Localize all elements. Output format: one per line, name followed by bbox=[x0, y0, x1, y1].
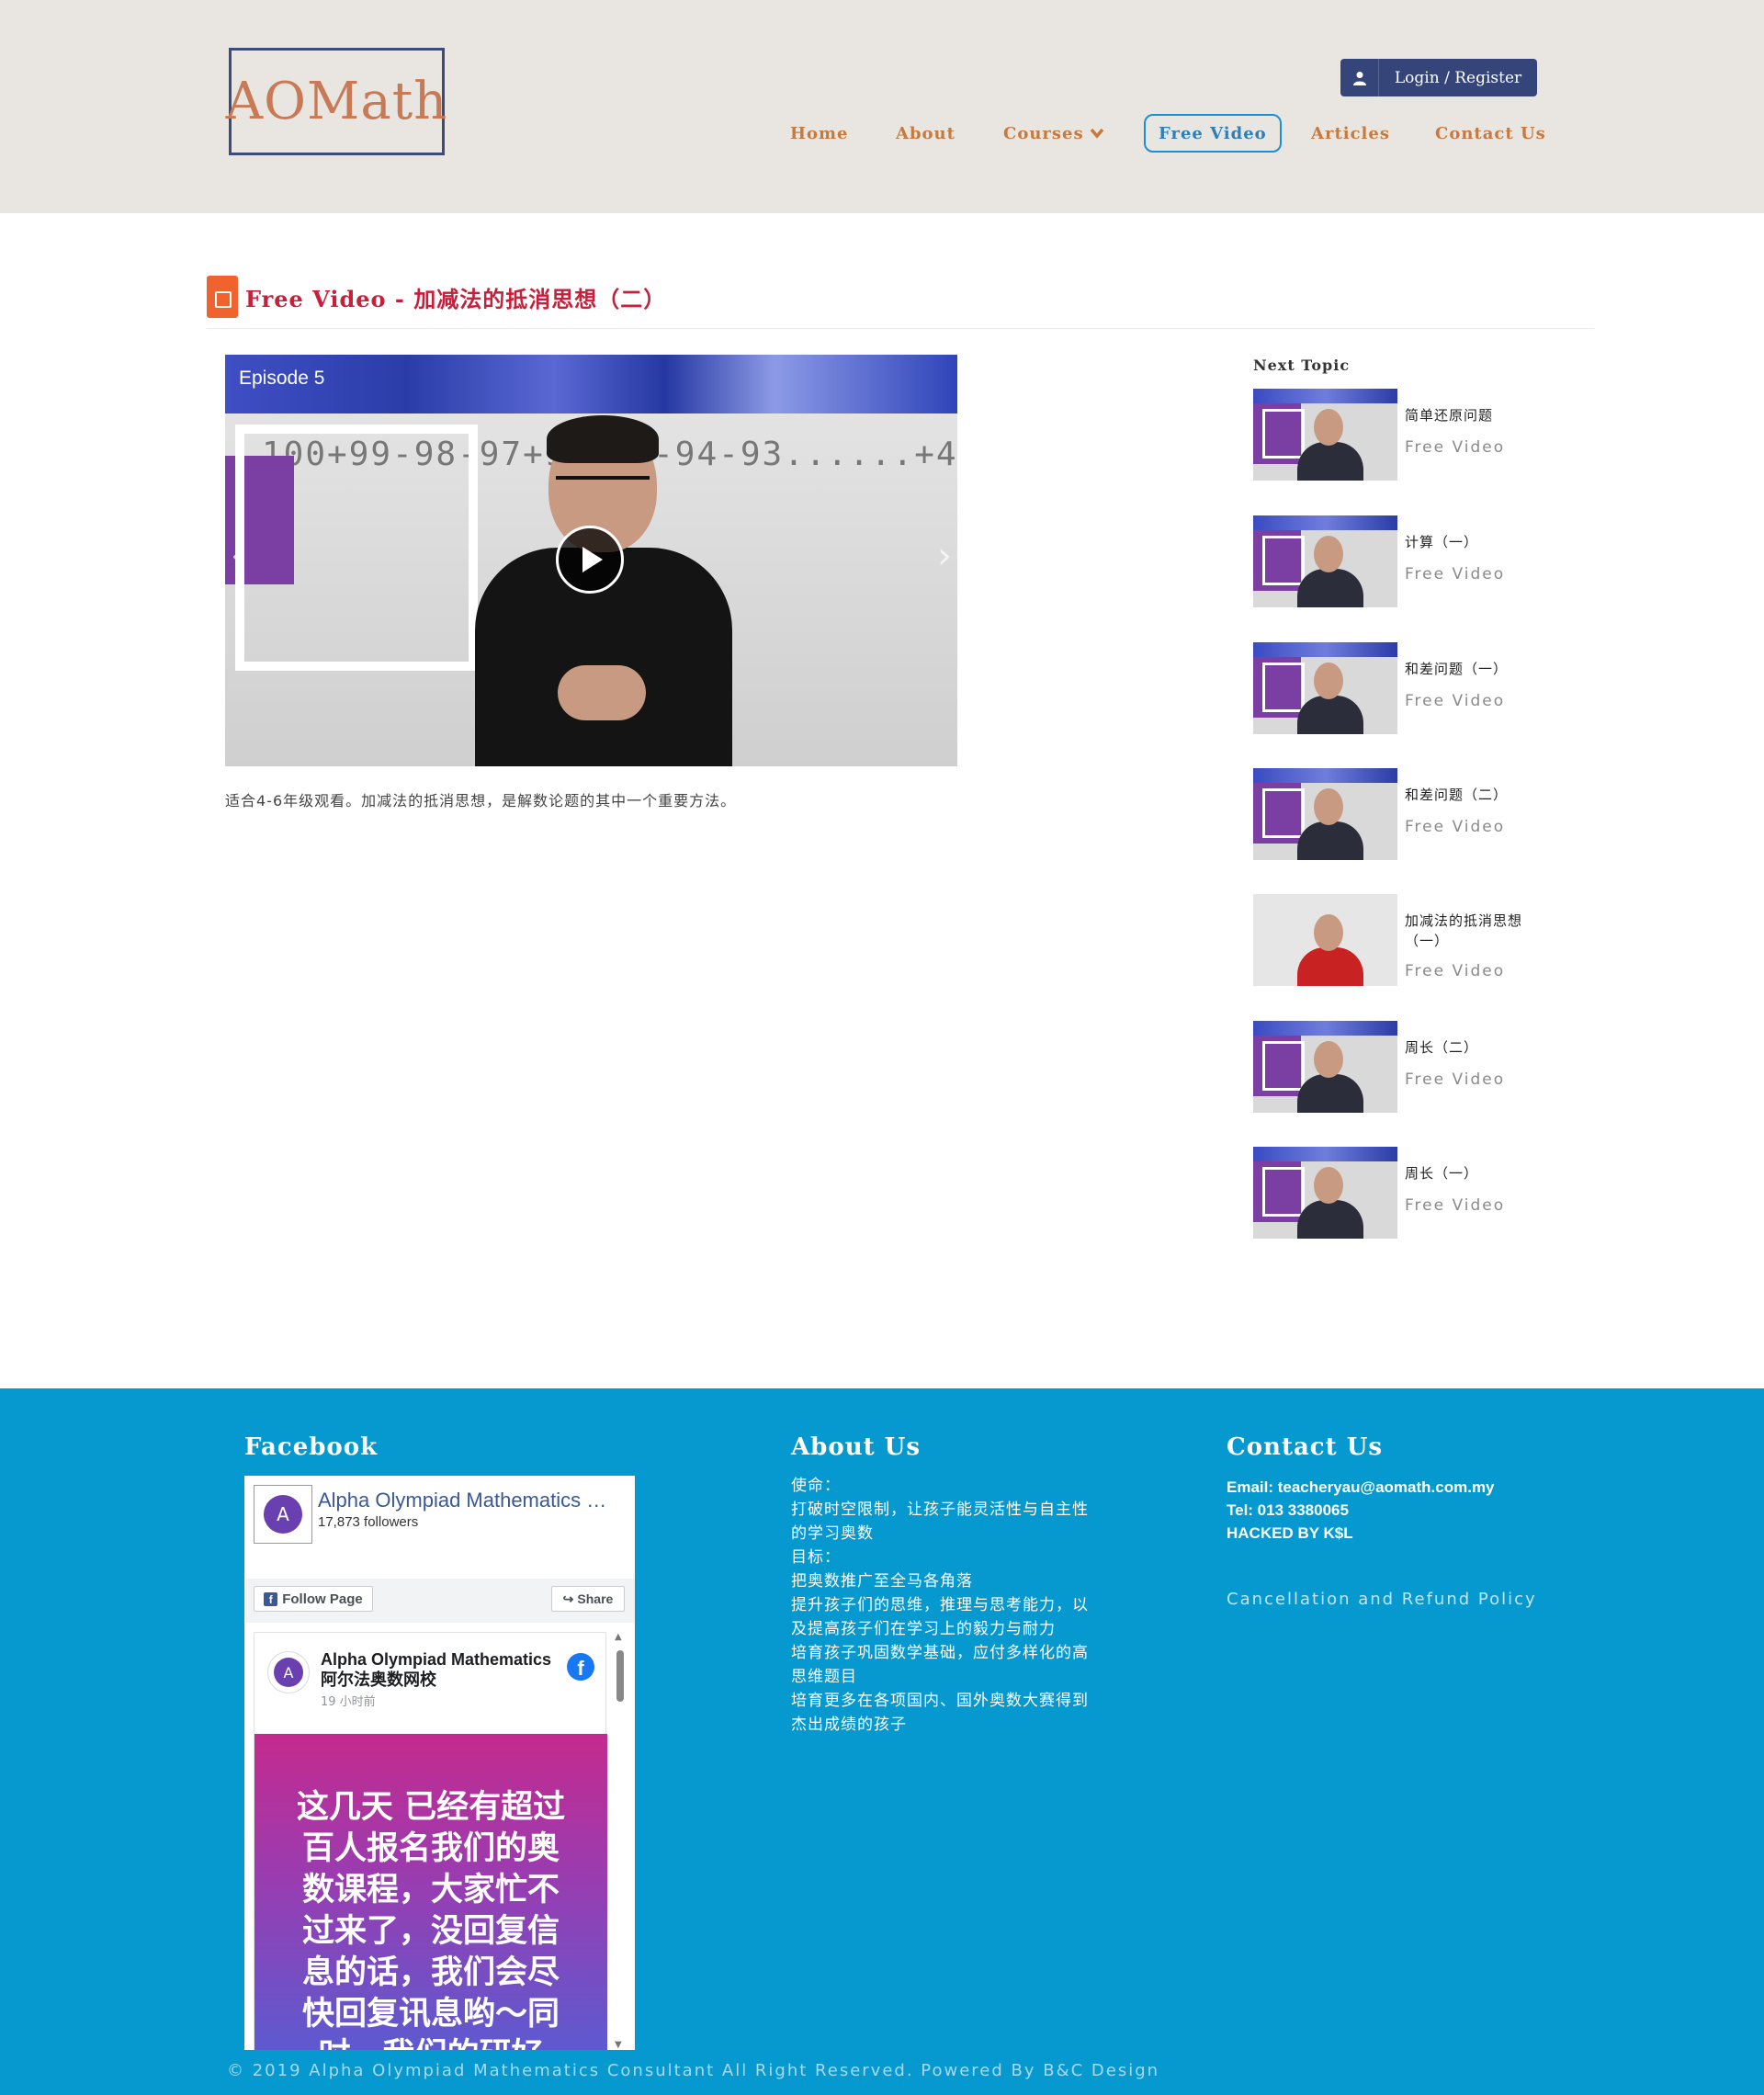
main-nav: Home About Courses Free Video Articles C… bbox=[0, 114, 1764, 153]
topic-title[interactable]: 和差问题（二） bbox=[1405, 785, 1524, 805]
facebook-widget[interactable]: A Alpha Olympiad Mathematics Consultant … bbox=[244, 1476, 635, 2050]
contact-tel: Tel: 013 3380065 bbox=[1227, 1501, 1349, 1519]
post-author[interactable]: Alpha Olympiad Mathematics 阿尔法奥数网校 bbox=[321, 1649, 551, 1690]
nav-articles[interactable]: Articles bbox=[1311, 114, 1390, 153]
topic-title[interactable]: 和差问题（一） bbox=[1405, 659, 1524, 679]
nav-free-video[interactable]: Free Video bbox=[1144, 114, 1282, 153]
follow-page-button[interactable]: f Follow Page bbox=[254, 1586, 373, 1612]
post-author-zh: 阿尔法奥数网校 bbox=[321, 1670, 436, 1689]
copyright: © 2019 Alpha Olympiad Mathematics Consul… bbox=[227, 2061, 1160, 2080]
topic-category: Free Video bbox=[1405, 818, 1506, 836]
topic-category: Free Video bbox=[1405, 962, 1506, 980]
post-image-text: 这几天 已经有超过百人报名我们的奥数课程，大家忙不过来了，没回复信息的话，我们会… bbox=[296, 1789, 566, 2050]
topic-category: Free Video bbox=[1405, 1196, 1506, 1215]
about-line: 目标： bbox=[791, 1548, 841, 1567]
facebook-icon: f bbox=[264, 1591, 278, 1606]
episode-label: Episode 5 bbox=[239, 368, 325, 389]
topic-category: Free Video bbox=[1405, 565, 1506, 583]
nav-courses-label: Courses bbox=[1003, 123, 1084, 143]
topic-thumbnail[interactable] bbox=[1253, 642, 1397, 734]
play-button-icon[interactable] bbox=[556, 526, 624, 594]
video-description: 适合4-6年级观看。加减法的抵消思想，是解数论题的其中一个重要方法。 bbox=[225, 792, 737, 810]
topic-category: Free Video bbox=[1405, 692, 1506, 710]
nav-courses[interactable]: Courses bbox=[1003, 114, 1104, 153]
topic-title[interactable]: 简单还原问题 bbox=[1405, 405, 1524, 425]
follow-page-label: Follow Page bbox=[282, 1591, 363, 1607]
page-title: Free Video - 加减法的抵消思想（二） bbox=[207, 274, 666, 320]
facebook-logo-icon[interactable]: f bbox=[567, 1653, 594, 1681]
nav-home[interactable]: Home bbox=[790, 114, 849, 153]
login-register-button[interactable]: Login / Register bbox=[1340, 59, 1537, 96]
user-icon bbox=[1340, 59, 1379, 96]
topic-item[interactable]: 和差问题（一） Free Video bbox=[1253, 642, 1529, 734]
topic-title[interactable]: 加减法的抵消思想（一） bbox=[1405, 911, 1524, 951]
about-us-text: 使命： 打破时空限制，让孩子能灵活性与自主性的学习奥数 目标： 把奥数推广至全马… bbox=[791, 1474, 1094, 1737]
topic-thumbnail[interactable] bbox=[1253, 515, 1397, 607]
chevron-left-icon[interactable]: ‹ bbox=[231, 535, 245, 577]
share-button[interactable]: ↪ Share bbox=[551, 1586, 625, 1612]
fb-page-name[interactable]: Alpha Olympiad Mathematics Consultant bbox=[318, 1489, 621, 1512]
site-header: AOMath Login / Register Home About Cours… bbox=[0, 0, 1764, 213]
scroll-down-icon[interactable]: ▼ bbox=[615, 2040, 622, 2050]
scrollbar[interactable]: ▲ ▼ bbox=[614, 1632, 627, 2050]
contact-email[interactable]: Email: teacheryau@aomath.com.my bbox=[1227, 1478, 1495, 1497]
topic-title[interactable]: 周长（一） bbox=[1405, 1163, 1524, 1183]
about-line: 使命： bbox=[791, 1477, 841, 1495]
post-image[interactable]: 这几天 已经有超过百人报名我们的奥数课程，大家忙不过来了，没回复信息的话，我们会… bbox=[254, 1734, 607, 2050]
about-line: 提升孩子们的思维，推理与思考能力，以及提高孩子们在学习上的毅力与耐力 bbox=[791, 1596, 1089, 1638]
fb-post[interactable]: A Alpha Olympiad Mathematics 阿尔法奥数网校 19 … bbox=[254, 1632, 607, 2050]
topic-item[interactable]: 周长（一） Free Video bbox=[1253, 1147, 1529, 1239]
scroll-up-icon[interactable]: ▲ bbox=[615, 1632, 622, 1642]
chevron-right-icon[interactable]: › bbox=[937, 535, 952, 577]
contact-us-heading: Contact Us bbox=[1227, 1433, 1383, 1461]
topic-category: Free Video bbox=[1405, 438, 1506, 457]
chevron-down-icon bbox=[1090, 125, 1104, 142]
topic-category: Free Video bbox=[1405, 1070, 1506, 1089]
share-icon: ↪ bbox=[562, 1591, 574, 1606]
post-author-en: Alpha Olympiad Mathematics bbox=[321, 1650, 552, 1669]
topic-title[interactable]: 周长（二） bbox=[1405, 1037, 1524, 1058]
nav-contact-us[interactable]: Contact Us bbox=[1435, 114, 1546, 153]
title-divider bbox=[207, 328, 1594, 329]
topic-thumbnail[interactable] bbox=[1253, 389, 1397, 481]
topic-thumbnail[interactable] bbox=[1253, 894, 1397, 986]
topic-item[interactable]: 简单还原问题 Free Video bbox=[1253, 389, 1529, 481]
topic-title[interactable]: 计算（一） bbox=[1405, 532, 1524, 552]
about-line: 培育孩子巩固数学基础，应付多样化的高思维题目 bbox=[791, 1644, 1089, 1686]
topic-item[interactable]: 和差问题（二） Free Video bbox=[1253, 768, 1529, 860]
nav-about[interactable]: About bbox=[896, 114, 956, 153]
fb-followers: 17,873 followers bbox=[318, 1514, 419, 1530]
contact-extra: HACKED BY K$L bbox=[1227, 1524, 1353, 1542]
about-line: 培育更多在各项国内、国外奥数大赛得到杰出成绩的孩子 bbox=[791, 1692, 1089, 1734]
topic-thumbnail[interactable] bbox=[1253, 768, 1397, 860]
topic-item[interactable]: 加减法的抵消思想（一） Free Video bbox=[1253, 894, 1529, 986]
video-player[interactable]: Episode 5 100+99-98-97+96+95-94-93......… bbox=[225, 355, 957, 766]
scroll-thumb[interactable] bbox=[616, 1650, 624, 1702]
video-header-strip bbox=[225, 355, 957, 413]
about-us-heading: About Us bbox=[791, 1433, 921, 1461]
alpha-logo-icon: A bbox=[274, 1658, 303, 1687]
facebook-heading: Facebook bbox=[244, 1433, 379, 1461]
next-topic-heading: Next Topic bbox=[1253, 357, 1351, 374]
login-register-label: Login / Register bbox=[1394, 68, 1522, 87]
page-title-text: Free Video - 加减法的抵消思想（二） bbox=[245, 285, 667, 312]
topic-item[interactable]: 周长（二） Free Video bbox=[1253, 1021, 1529, 1113]
topic-item[interactable]: 计算（一） Free Video bbox=[1253, 515, 1529, 607]
video-badge-icon bbox=[207, 276, 238, 318]
post-time[interactable]: 19 小时前 bbox=[321, 1692, 376, 1709]
about-line: 打破时空限制，让孩子能灵活性与自主性的学习奥数 bbox=[791, 1500, 1089, 1543]
topic-thumbnail[interactable] bbox=[1253, 1147, 1397, 1239]
post-avatar[interactable]: A bbox=[267, 1651, 310, 1693]
topic-thumbnail[interactable] bbox=[1253, 1021, 1397, 1113]
refund-policy-link[interactable]: Cancellation and Refund Policy bbox=[1227, 1590, 1537, 1609]
page-avatar[interactable]: A bbox=[254, 1485, 312, 1544]
share-label: Share bbox=[577, 1591, 614, 1606]
alpha-logo-icon: A bbox=[264, 1495, 302, 1534]
about-line: 把奥数推广至全马各角落 bbox=[791, 1572, 973, 1591]
